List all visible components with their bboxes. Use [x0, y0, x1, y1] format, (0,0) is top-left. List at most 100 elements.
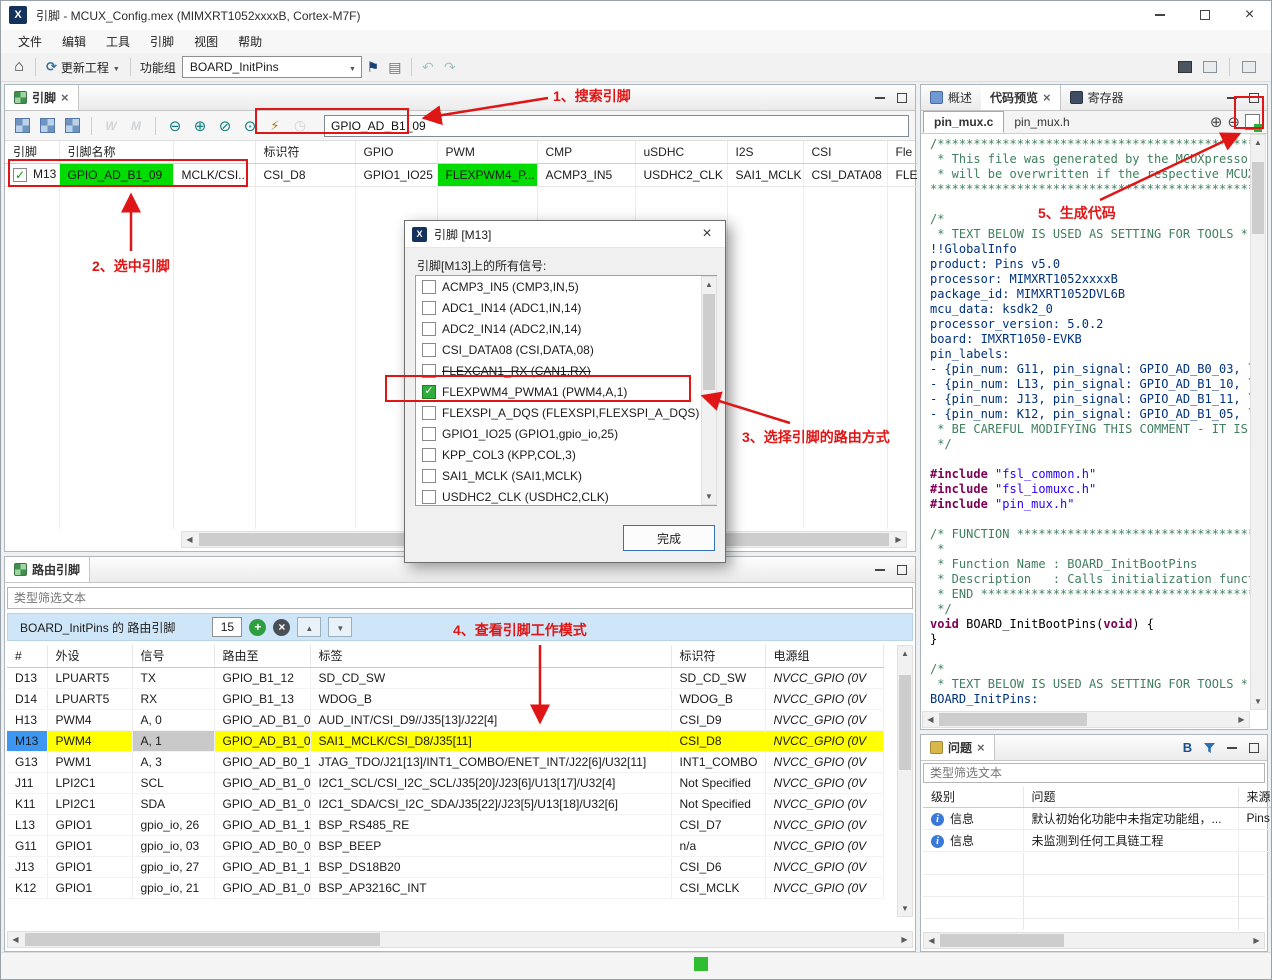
- signal-item[interactable]: CSI_DATA08 (CSI,DATA,08): [416, 339, 716, 360]
- pin-name-cell[interactable]: GPIO_AD_B1_09: [59, 163, 173, 186]
- routed-cell[interactable]: gpio_io, 27: [132, 856, 214, 877]
- wave-right-icon[interactable]: [125, 115, 147, 137]
- scrollbar-thumb[interactable]: [939, 713, 1087, 726]
- history-icon[interactable]: [289, 115, 311, 137]
- col-route-to[interactable]: 路由至: [214, 645, 310, 667]
- signal-item[interactable]: FLEXPWM4_PWMA1 (PWM4,A,1): [416, 381, 716, 402]
- routed-cell[interactable]: NVCC_GPIO (0V: [765, 709, 883, 730]
- scroll-up-icon[interactable]: [1251, 135, 1266, 150]
- panel-maximize-button[interactable]: [1244, 740, 1263, 756]
- scroll-down-icon[interactable]: [702, 489, 717, 504]
- pin-gpio-cell[interactable]: GPIO1_IO25: [355, 163, 437, 186]
- col-level[interactable]: 级别: [923, 787, 1023, 807]
- signal-item[interactable]: KPP_COL3 (KPP,COL,3): [416, 444, 716, 465]
- routed-cell[interactable]: GPIO_AD_B1_09: [214, 730, 310, 751]
- signal-item[interactable]: ADC2_IN14 (ADC2,IN,14): [416, 318, 716, 339]
- problem-row[interactable]: 信息未监测到任何工具链工程: [923, 829, 1272, 851]
- scroll-left-icon[interactable]: [923, 712, 938, 727]
- col-usdhc[interactable]: uSDHC: [635, 141, 727, 163]
- menu-help[interactable]: 帮助: [228, 30, 272, 53]
- wave-left-icon[interactable]: [100, 115, 122, 137]
- pin-cell[interactable]: M13: [5, 163, 59, 186]
- routed-pin-row[interactable]: K12GPIO1gpio_io, 21GPIO_AD_B1_05BSP_AP32…: [7, 877, 883, 898]
- routed-cell[interactable]: GPIO_AD_B1_10: [214, 814, 310, 835]
- signal-checkbox[interactable]: [422, 280, 436, 294]
- routed-cell[interactable]: SD_CD_SW: [310, 667, 671, 688]
- routed-cell[interactable]: Not Specified: [671, 772, 765, 793]
- routed-cell[interactable]: GPIO_B1_13: [214, 688, 310, 709]
- menu-view[interactable]: 视图: [184, 30, 228, 53]
- routed-pin-row[interactable]: J11LPI2C1SCLGPIO_AD_B1_00I2C1_SCL/CSI_I2…: [7, 772, 883, 793]
- maximize-button[interactable]: [1182, 0, 1227, 30]
- peripheral-view-icon[interactable]: [65, 118, 80, 133]
- package-view-icon[interactable]: [15, 118, 30, 133]
- signal-item[interactable]: USDHC2_CLK (USDHC2,CLK): [416, 486, 716, 506]
- add-row-button[interactable]: +: [249, 619, 266, 636]
- routed-cell[interactable]: D13: [7, 667, 47, 688]
- unroute-pin-icon[interactable]: [164, 115, 186, 137]
- routed-pin-row[interactable]: D13LPUART5TXGPIO_B1_12SD_CD_SWSD_CD_SWNV…: [7, 667, 883, 688]
- move-up-button[interactable]: [297, 617, 321, 637]
- col-pin-name[interactable]: 引脚名称: [59, 141, 173, 163]
- col-gpio[interactable]: GPIO: [355, 141, 437, 163]
- routed-cell[interactable]: BSP_BEEP: [310, 835, 671, 856]
- routed-pin-row[interactable]: D14LPUART5RXGPIO_B1_13WDOG_BWDOG_BNVCC_G…: [7, 688, 883, 709]
- scrollbar-thumb[interactable]: [940, 934, 1064, 947]
- scroll-down-icon[interactable]: [898, 901, 913, 916]
- routed-cell[interactable]: BSP_DS18B20: [310, 856, 671, 877]
- routed-pin-row[interactable]: L13GPIO1gpio_io, 26GPIO_AD_B1_10BSP_RS48…: [7, 814, 883, 835]
- routed-cell[interactable]: A, 0: [132, 709, 214, 730]
- routed-cell[interactable]: SAI1_MCLK/CSI_D8/J35[11]: [310, 730, 671, 751]
- pins-table-view-icon[interactable]: [40, 118, 55, 133]
- routed-vertical-scrollbar[interactable]: [897, 645, 913, 917]
- redo-icon[interactable]: [439, 56, 461, 78]
- routed-cell[interactable]: NVCC_GPIO (0V: [765, 835, 883, 856]
- menu-file[interactable]: 文件: [8, 30, 52, 53]
- panel-minimize-button[interactable]: [870, 90, 889, 106]
- col-pin[interactable]: 引脚: [5, 141, 59, 163]
- routed-cell[interactable]: n/a: [671, 835, 765, 856]
- routed-pin-row[interactable]: G11GPIO1gpio_io, 03GPIO_AD_B0_03BSP_BEEP…: [7, 835, 883, 856]
- routed-cell[interactable]: LPI2C1: [47, 772, 132, 793]
- routed-cell[interactable]: PWM1: [47, 751, 132, 772]
- routed-cell[interactable]: SDA: [132, 793, 214, 814]
- routed-cell[interactable]: NVCC_GPIO (0V: [765, 667, 883, 688]
- routed-cell[interactable]: NVCC_GPIO (0V: [765, 793, 883, 814]
- col-pwm[interactable]: PWM: [437, 141, 537, 163]
- routed-cell[interactable]: NVCC_GPIO (0V: [765, 751, 883, 772]
- perspective-other-icon[interactable]: [1242, 61, 1256, 73]
- code-horizontal-scrollbar[interactable]: [922, 711, 1250, 728]
- scroll-left-icon[interactable]: [8, 932, 23, 947]
- route-selection-icon[interactable]: [239, 115, 261, 137]
- routed-cell[interactable]: AUD_INT/CSI_D9//J35[13]/J22[4]: [310, 709, 671, 730]
- route-pin-icon[interactable]: [189, 115, 211, 137]
- routed-cell[interactable]: LPUART5: [47, 667, 132, 688]
- routed-cell[interactable]: GPIO1: [47, 835, 132, 856]
- perspective-config-icon[interactable]: [1178, 61, 1192, 73]
- routed-cell[interactable]: GPIO1: [47, 877, 132, 898]
- problems-filter-input[interactable]: [923, 763, 1265, 783]
- signal-item[interactable]: GPIO1_IO25 (GPIO1,gpio_io,25): [416, 423, 716, 444]
- col-identifier[interactable]: 标识符: [671, 645, 765, 667]
- zoom-out-icon[interactable]: [1227, 113, 1240, 131]
- panel-minimize-button[interactable]: [870, 562, 889, 578]
- routed-cell[interactable]: GPIO1: [47, 814, 132, 835]
- routed-cell[interactable]: LPI2C1: [47, 793, 132, 814]
- routed-cell[interactable]: GPIO_AD_B0_03: [214, 835, 310, 856]
- signal-checkbox[interactable]: [422, 469, 436, 483]
- row-count-field[interactable]: 15: [212, 617, 242, 637]
- signal-checkbox[interactable]: [422, 343, 436, 357]
- routed-pin-row[interactable]: M13PWM4A, 1GPIO_AD_B1_09SAI1_MCLK/CSI_D8…: [7, 730, 883, 751]
- routed-cell[interactable]: A, 3: [132, 751, 214, 772]
- undo-icon[interactable]: [417, 56, 439, 78]
- routed-cell[interactable]: GPIO_AD_B1_08: [214, 709, 310, 730]
- signal-item[interactable]: FLEXCAN1_RX (CAN1,RX): [416, 360, 716, 381]
- routed-pin-row[interactable]: H13PWM4A, 0GPIO_AD_B1_08AUD_INT/CSI_D9//…: [7, 709, 883, 730]
- routed-cell[interactable]: LPUART5: [47, 688, 132, 709]
- col-label[interactable]: [173, 141, 255, 163]
- routed-cell[interactable]: gpio_io, 03: [132, 835, 214, 856]
- col-problem[interactable]: 问题: [1023, 787, 1238, 807]
- routed-cell[interactable]: J13: [7, 856, 47, 877]
- problem-row[interactable]: 信息默认初始化功能中未指定功能组，...Pins: [923, 807, 1272, 829]
- pin-usdhc-cell[interactable]: USDHC2_CLK: [635, 163, 727, 186]
